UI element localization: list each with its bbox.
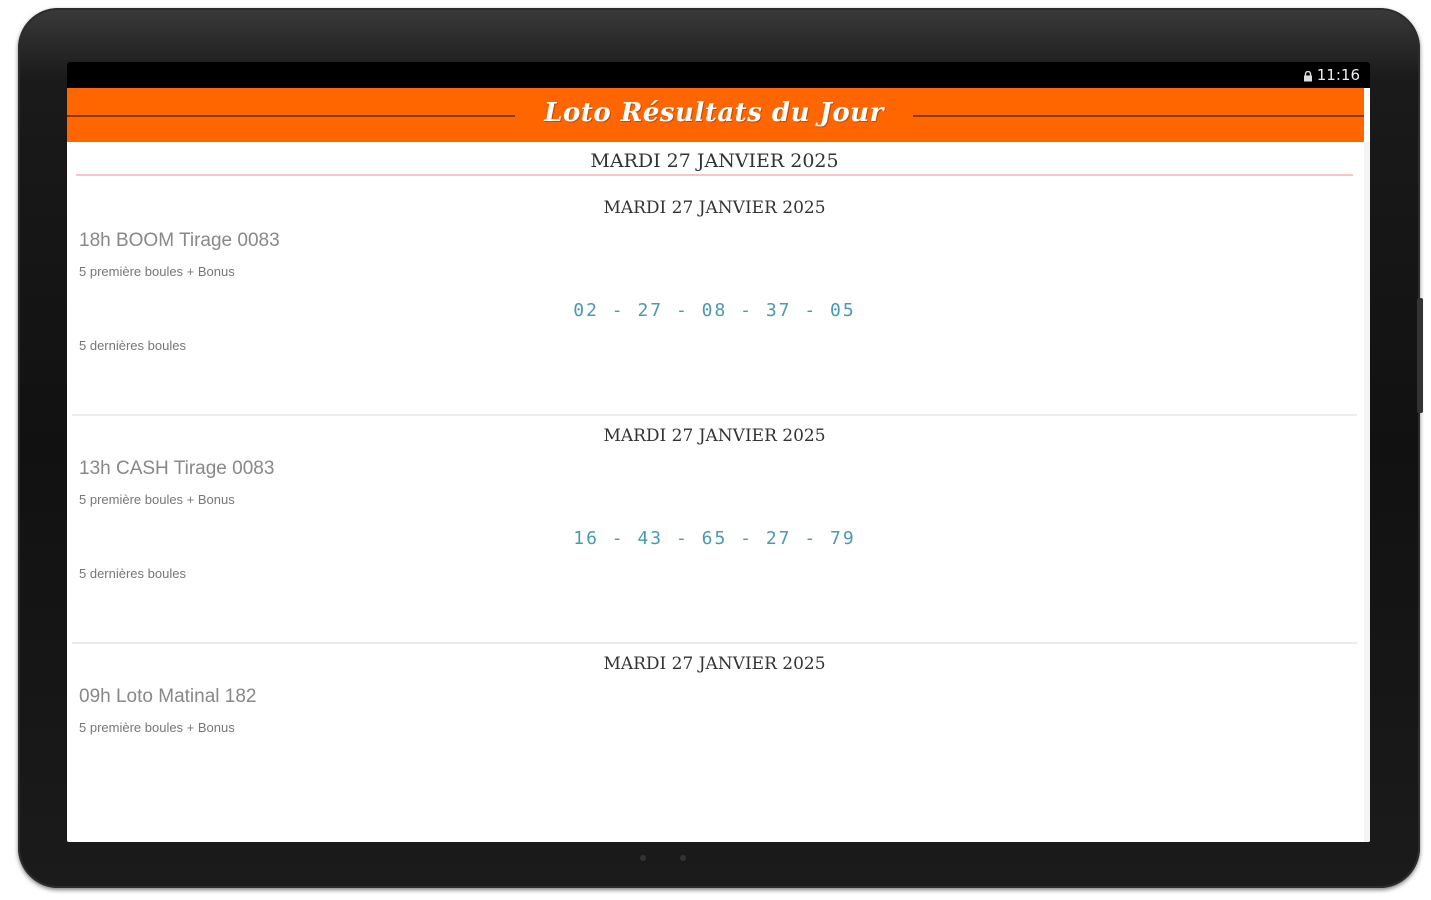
card-date: MARDI 27 JANVIER 2025 <box>603 654 826 674</box>
title-rule-right <box>913 115 1364 117</box>
last-balls-label: 5 dernières boules <box>79 338 186 353</box>
draw-name: 18h BOOM Tirage 0083 <box>79 230 280 251</box>
lock-icon <box>1303 70 1312 81</box>
nav-back-icon[interactable] <box>640 855 646 861</box>
first-balls-label: 5 première boules + Bonus <box>79 720 235 735</box>
first-balls-label: 5 première boules + Bonus <box>79 492 235 507</box>
app-title: Loto Résultats du Jour <box>544 98 884 128</box>
last-balls-label: 5 dernières boules <box>79 566 186 581</box>
title-rule-left <box>67 115 515 117</box>
header-divider <box>76 174 1353 176</box>
winning-numbers: 02 - 27 - 08 - 37 - 05 <box>573 300 856 321</box>
side-button <box>1417 298 1423 413</box>
nav-home-icon[interactable] <box>680 855 686 861</box>
first-balls-label: 5 première boules + Bonus <box>79 264 235 279</box>
status-time: 11:16 <box>1316 66 1360 84</box>
draw-name: 09h Loto Matinal 182 <box>79 686 257 707</box>
screen: 11:16 Loto Résultats du Jour MARDI 27 JA… <box>67 62 1370 842</box>
status-right: 11:16 <box>1303 66 1360 84</box>
result-card-matinal[interactable]: MARDI 27 JANVIER 2025 09h Loto Matinal 1… <box>72 644 1357 842</box>
card-date: MARDI 27 JANVIER 2025 <box>603 426 826 446</box>
draw-name: 13h CASH Tirage 0083 <box>79 458 275 479</box>
scrollbar[interactable] <box>1364 142 1370 842</box>
nav-bar <box>640 855 686 861</box>
winning-numbers: 16 - 43 - 65 - 27 - 79 <box>573 528 856 549</box>
app-bar: Loto Résultats du Jour <box>67 88 1364 142</box>
result-card-boom[interactable]: MARDI 27 JANVIER 2025 18h BOOM Tirage 00… <box>72 188 1357 416</box>
header-date: MARDI 27 JANVIER 2025 <box>590 150 839 172</box>
result-card-cash[interactable]: MARDI 27 JANVIER 2025 13h CASH Tirage 00… <box>72 416 1357 644</box>
card-date: MARDI 27 JANVIER 2025 <box>603 198 826 218</box>
status-bar: 11:16 <box>67 62 1370 88</box>
